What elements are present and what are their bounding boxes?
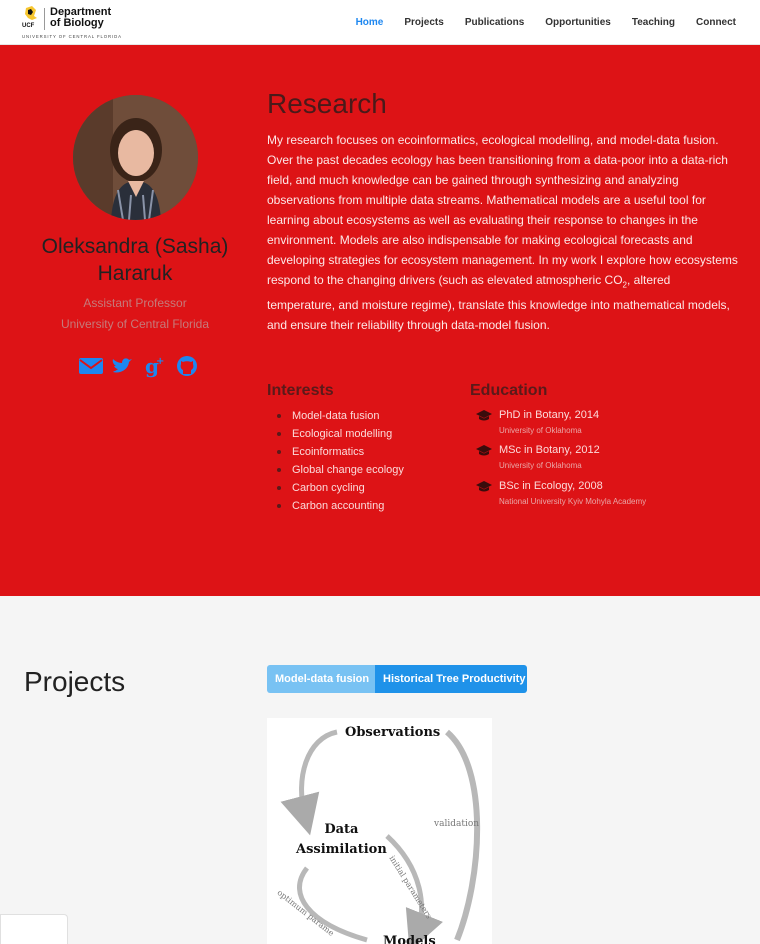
top-navbar: UCF Department of Biology UNIVERSITY OF … (0, 0, 760, 45)
interest-item: Ecological modelling (276, 425, 404, 443)
projects-heading: Projects (24, 666, 126, 697)
interest-item: Ecoinformatics (276, 443, 404, 461)
interest-item: Carbon accounting (276, 497, 404, 515)
interest-item: Global change ecology (276, 461, 404, 479)
logo-title: Department of Biology (50, 6, 112, 29)
nav-teaching[interactable]: Teaching (632, 17, 675, 28)
school: University of Oklahoma (499, 461, 582, 470)
school: University of Oklahoma (499, 426, 582, 435)
logo-divider (44, 8, 45, 30)
diagram-label-data-assimilation: Data Assimilation (296, 822, 387, 857)
nav-opportunities[interactable]: Opportunities (545, 17, 611, 28)
profile-title: Assistant Professor (83, 296, 187, 310)
interest-item: Model-data fusion (276, 407, 404, 425)
svg-text:+: + (156, 356, 164, 367)
interest-item: Carbon cycling (276, 479, 404, 497)
email-icon[interactable] (78, 354, 104, 378)
research-heading: Research (267, 88, 387, 119)
profile-affiliation: University of Central Florida (60, 317, 210, 331)
ucf-biology-logo[interactable]: UCF Department of Biology UNIVERSITY OF … (22, 6, 134, 42)
diagram-label-observations: Observations (345, 725, 441, 740)
nav-publications[interactable]: Publications (465, 17, 524, 28)
degree: MSc in Botany, 2012 (499, 444, 600, 456)
interests-heading: Interests (267, 382, 334, 399)
main-menu: Home Projects Publications Opportunities… (335, 17, 736, 28)
school: National University Kyiv Mohyla Academy (499, 497, 647, 506)
interests-list: Model-data fusion Ecological modelling E… (276, 407, 404, 515)
social-links: g + (78, 354, 200, 378)
degree: BSc in Ecology, 2008 (499, 480, 603, 492)
research-section: Oleksandra (Sasha) Hararuk Assistant Pro… (0, 45, 760, 596)
logo-subtitle: UNIVERSITY OF CENTRAL FLORIDA (22, 34, 122, 39)
portrait-image (73, 95, 198, 220)
model-data-fusion-diagram: Observations Data Assimilation validatio… (267, 718, 492, 944)
github-icon[interactable] (174, 354, 200, 378)
tab-historical-tree-productivity[interactable]: Historical Tree Productivity (375, 665, 527, 693)
profile-avatar (73, 95, 198, 220)
education-heading: Education (470, 382, 548, 399)
research-paragraph: My research focuses on ecoinformatics, e… (267, 133, 738, 333)
diagram-label-validation: validation (434, 819, 480, 829)
nav-projects[interactable]: Projects (404, 17, 443, 28)
nav-connect[interactable]: Connect (696, 17, 736, 28)
profile-role: Assistant Professor University of Centra… (20, 293, 250, 335)
floating-widget[interactable] (0, 914, 68, 944)
graduation-cap-icon (476, 481, 492, 492)
profile-name: Oleksandra (Sasha) Hararuk (41, 235, 229, 285)
graduation-cap-icon (476, 410, 492, 421)
project-tabs: Model-data fusion Historical Tree Produc… (267, 665, 527, 693)
twitter-icon[interactable] (110, 354, 136, 378)
tab-model-data-fusion[interactable]: Model-data fusion (267, 665, 375, 693)
google-plus-icon[interactable]: g + (142, 354, 168, 378)
diagram-label-models: Models (383, 934, 436, 944)
logo-ucf-text: UCF (22, 23, 35, 29)
graduation-cap-icon (476, 445, 492, 456)
nav-home[interactable]: Home (356, 17, 384, 28)
degree: PhD in Botany, 2014 (499, 409, 600, 421)
